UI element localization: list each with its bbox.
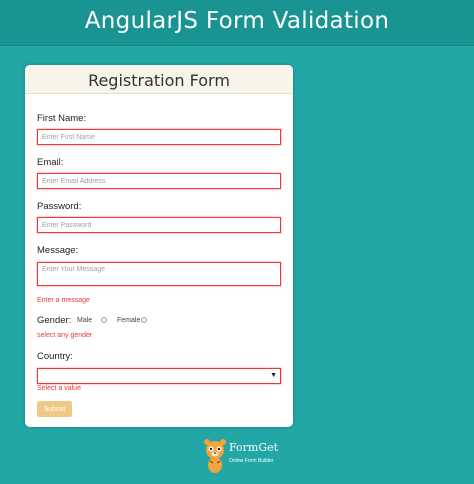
password-input[interactable] bbox=[37, 217, 281, 233]
email-label: Email: bbox=[37, 157, 64, 168]
chevron-down-icon: ▼ bbox=[270, 372, 277, 379]
gender-label: Gender: bbox=[37, 315, 72, 326]
tiger-mascot-icon bbox=[204, 439, 226, 473]
first-name-label: First Name: bbox=[37, 113, 87, 124]
password-label: Password: bbox=[37, 201, 82, 212]
gender-error: select any gender bbox=[37, 332, 93, 339]
country-label: Country: bbox=[37, 351, 73, 362]
logo-name: FormGet bbox=[229, 441, 279, 454]
form-title: Registration Form bbox=[88, 71, 230, 90]
message-label: Message: bbox=[37, 245, 79, 256]
gender-female-radio[interactable] bbox=[141, 317, 147, 323]
gender-male-label: Male bbox=[77, 317, 93, 324]
form-header: Registration Form bbox=[25, 65, 293, 94]
message-error: Enter a message bbox=[37, 297, 90, 304]
logo-tagline: Online Form Builder bbox=[229, 458, 274, 464]
gender-male-radio[interactable] bbox=[101, 317, 107, 323]
formget-logo[interactable]: FormGet Online Form Builder bbox=[202, 437, 282, 477]
submit-button[interactable]: Submit bbox=[37, 401, 72, 417]
header-banner: AngularJS Form Validation bbox=[0, 0, 474, 46]
country-select[interactable]: ▼ bbox=[37, 368, 281, 384]
country-error: Select a value bbox=[37, 385, 81, 392]
message-textarea[interactable] bbox=[37, 262, 281, 286]
first-name-input[interactable] bbox=[37, 129, 281, 145]
page-title: AngularJS Form Validation bbox=[84, 8, 390, 34]
gender-female-label: Female bbox=[117, 317, 141, 324]
email-input[interactable] bbox=[37, 173, 281, 189]
registration-form: Registration Form First Name: Email: Pas… bbox=[25, 65, 293, 427]
